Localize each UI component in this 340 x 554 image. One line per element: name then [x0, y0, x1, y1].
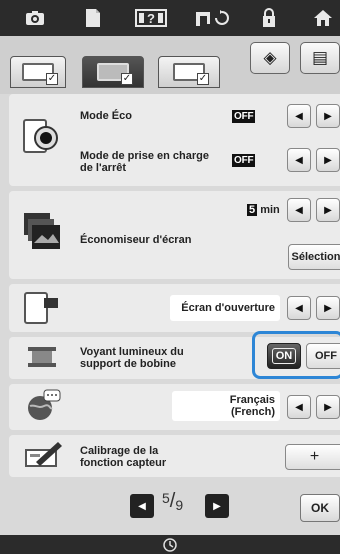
sensor-calibration-label-line2: fonction capteur — [80, 457, 167, 469]
sewing-machine-icon[interactable] — [192, 7, 232, 29]
check-icon: ✓ — [46, 73, 58, 85]
bobbin-light-off-button[interactable]: OFF — [306, 343, 340, 369]
opening-screen-prev-button[interactable]: ◀ — [287, 296, 311, 320]
language-value-line1: Français — [229, 394, 275, 406]
home-icon[interactable] — [310, 7, 336, 29]
shutdown-support-next-button[interactable]: ▶ — [316, 148, 340, 172]
right-arrow-icon: ▶ — [324, 204, 332, 216]
shutdown-support-prev-button[interactable]: ◀ — [287, 148, 311, 172]
embroidery-page-icon: ✓ — [97, 63, 133, 85]
shutdown-support-label-line2: de l'arrêt — [80, 162, 127, 174]
language-value: Français (French) — [172, 391, 280, 421]
reset-icon: ◈ — [263, 48, 277, 67]
bobbin-light-label-line1: Voyant lumineux du — [80, 346, 184, 358]
opening-screen-value: Écran d'ouverture — [170, 295, 280, 321]
help-glyph: ? — [147, 10, 155, 26]
machine-info-button[interactable]: ▤ — [300, 42, 340, 74]
globe-speech-icon — [26, 388, 62, 424]
right-arrow-icon: ▶ — [324, 154, 332, 166]
eco-mode-icon — [22, 118, 60, 158]
bobbin-spool-icon — [26, 344, 58, 370]
shutdown-support-label-line1: Mode de prise en charge — [80, 150, 209, 162]
page-next-button[interactable]: ▶ — [205, 494, 229, 518]
machine-settings-tab[interactable]: ✓ — [158, 56, 220, 88]
page-indicator: 5/9 — [162, 490, 183, 513]
screensaver-select-button[interactable]: Sélection — [288, 244, 340, 270]
sensor-calibration-button[interactable]: + — [285, 444, 340, 470]
language-value-line2: (French) — [231, 406, 275, 418]
shutdown-support-label: Mode de prise en charge de l'arrêt — [80, 150, 209, 174]
left-arrow-icon: ◀ — [295, 401, 303, 413]
right-arrow-icon: ▶ — [324, 302, 332, 314]
page-prev-button[interactable]: ◀ — [130, 494, 154, 518]
screensaver-value-number: 5 — [247, 204, 258, 216]
bobbin-light-label: Voyant lumineux du support de bobine — [80, 346, 184, 370]
bobbin-light-on-button[interactable]: ON — [267, 343, 301, 369]
shutdown-support-value: OFF — [232, 154, 256, 167]
machine-page-icon: ✓ — [173, 63, 209, 85]
top-toolbar: ? — [0, 0, 340, 36]
document-icon[interactable] — [80, 7, 106, 29]
eco-mode-prev-button[interactable]: ◀ — [287, 104, 311, 128]
right-arrow-icon: ▶ — [324, 110, 332, 122]
check-icon: ✓ — [197, 73, 209, 85]
bobbin-light-on-label: ON — [271, 348, 297, 364]
machine-info-icon: ▤ — [311, 48, 329, 67]
clock-icon — [163, 537, 177, 552]
check-icon: ✓ — [121, 73, 133, 85]
sensor-calibration-label: Calibrage de la fonction capteur — [80, 445, 166, 469]
bobbin-light-label-line2: support de bobine — [80, 358, 176, 370]
page-total: 9 — [175, 497, 184, 513]
left-arrow-icon: ◀ — [138, 500, 146, 512]
screensaver-value-unit: min — [260, 204, 280, 216]
left-arrow-icon: ◀ — [295, 154, 303, 166]
screensaver-icon — [22, 211, 62, 253]
eco-mode-label: Mode Éco — [80, 110, 132, 122]
opening-screen-icon — [22, 290, 62, 326]
tab-row: ✓ ✓ ✓ ◈ ▤ — [0, 36, 340, 94]
bottom-bar — [0, 535, 340, 554]
reset-button[interactable]: ◈ — [250, 42, 290, 74]
general-settings-tab[interactable]: ✓ — [10, 56, 66, 88]
screensaver-value: 5 min — [247, 204, 280, 216]
language-prev-button[interactable]: ◀ — [287, 395, 311, 419]
language-next-button[interactable]: ▶ — [316, 395, 340, 419]
left-arrow-icon: ◀ — [295, 204, 303, 216]
help-icon[interactable]: ? — [134, 7, 168, 29]
opening-screen-next-button[interactable]: ▶ — [316, 296, 340, 320]
screensaver-prev-button[interactable]: ◀ — [287, 198, 311, 222]
settings-page-icon: ✓ — [22, 63, 58, 85]
lock-icon[interactable] — [256, 7, 282, 29]
eco-mode-value: OFF — [232, 110, 256, 123]
sensor-pen-icon — [24, 440, 64, 470]
screensaver-next-button[interactable]: ▶ — [316, 198, 340, 222]
eco-mode-next-button[interactable]: ▶ — [316, 104, 340, 128]
right-arrow-icon: ▶ — [213, 500, 221, 512]
left-arrow-icon: ◀ — [295, 110, 303, 122]
sensor-calibration-label-line1: Calibrage de la — [80, 445, 159, 457]
left-arrow-icon: ◀ — [295, 302, 303, 314]
screensaver-label: Économiseur d'écran — [80, 234, 192, 246]
ok-button[interactable]: OK — [300, 494, 340, 522]
embroidery-settings-tab[interactable]: ✓ — [82, 56, 144, 88]
page-current: 5 — [162, 490, 170, 506]
camera-icon[interactable] — [22, 7, 48, 29]
right-arrow-icon: ▶ — [324, 401, 332, 413]
